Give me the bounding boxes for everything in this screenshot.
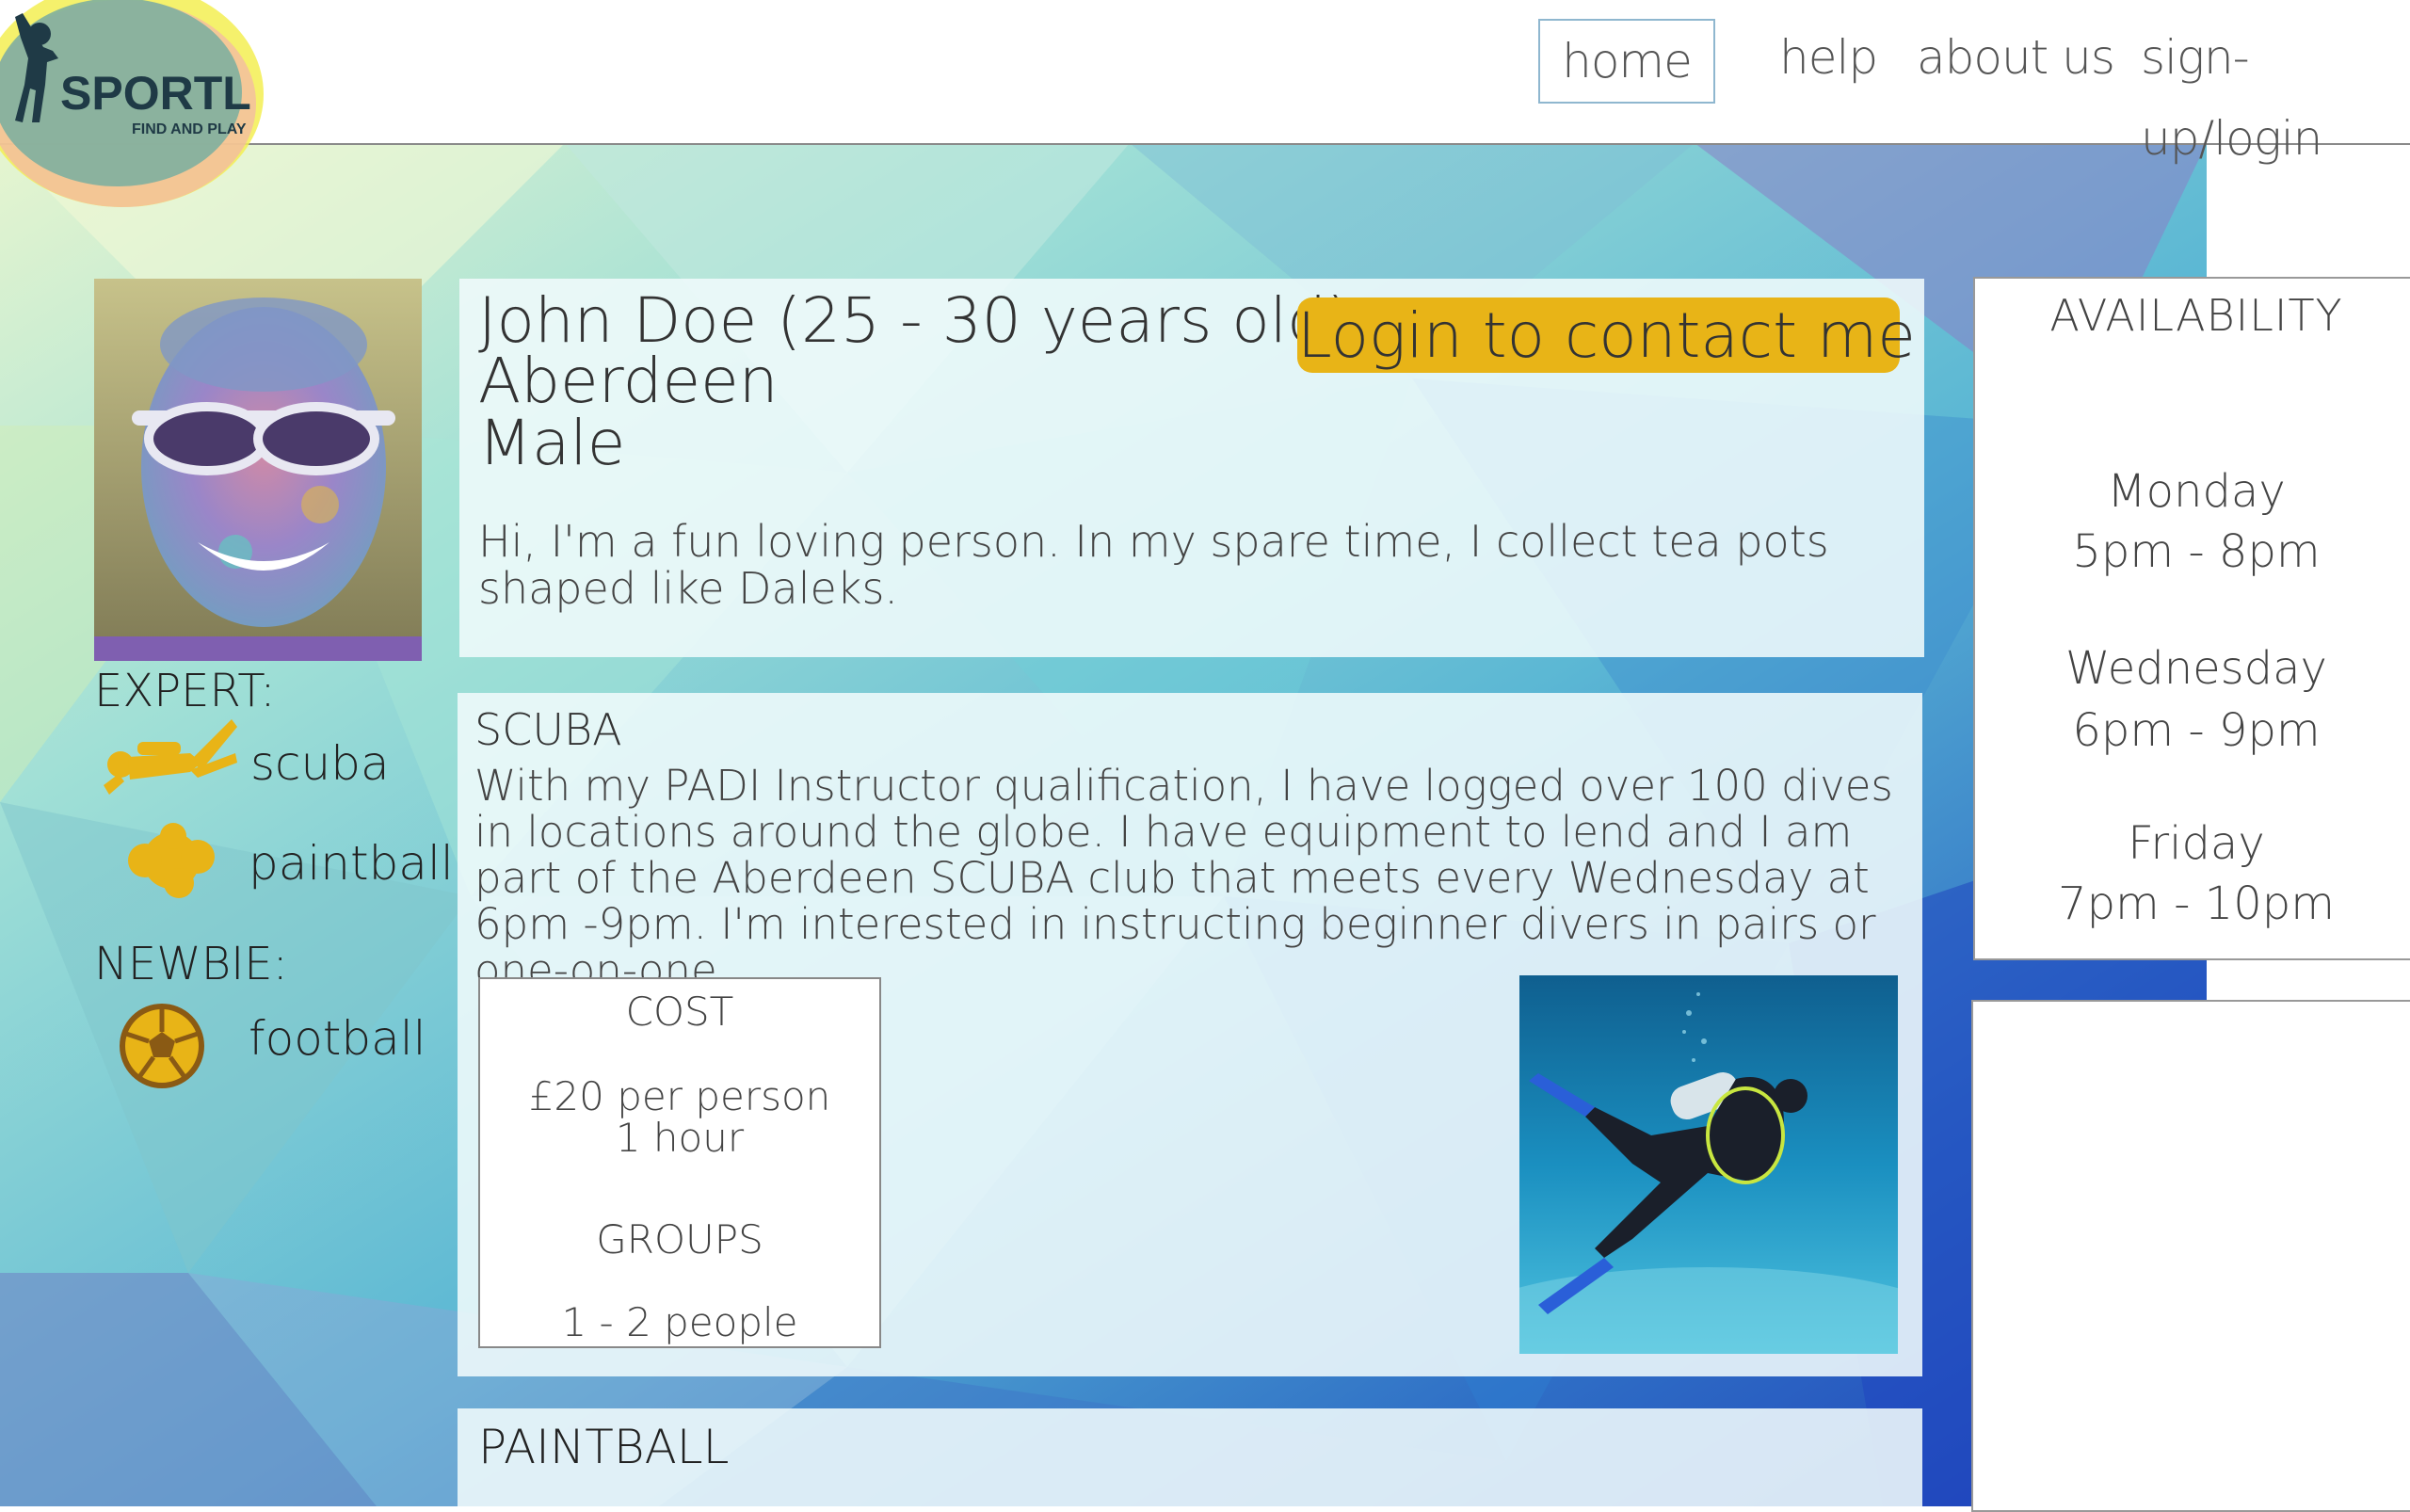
scuba-cost-box: COST £20 per person 1 hour GROUPS 1 - 2 … [478,977,881,1348]
groups-size: 1 - 2 people [561,1299,798,1345]
top-navigation-bar: home help about us sign-up/login [0,0,2410,166]
scuba-panel: SCUBA With my PADI Instructor qualificat… [458,693,1922,1376]
availability-time-wednesday: 6pm - 9pm [2072,704,2321,757]
login-to-contact-button[interactable]: Login to contact me [1297,298,1916,373]
expert-skill-paintball[interactable]: paintball [94,817,454,911]
expert-heading: EXPERT: [94,665,276,717]
availability-day-wednesday: Wednesday [2065,642,2327,695]
newbie-skill-football[interactable]: football [94,998,433,1092]
availability-time-friday: 7pm - 10pm [2058,877,2335,930]
profile-panel: John Doe (25 - 30 years old) Aberdeen Ma… [459,279,1924,657]
nav-help-link[interactable]: help [1779,17,1878,98]
nav-home-link[interactable]: home [1538,19,1715,104]
nav-signup-login-link[interactable]: sign-up/login [2141,17,2410,166]
skill-label-scuba: scuba [250,736,390,791]
sportl-logo[interactable]: SPORTL FIND AND PLAY [0,0,282,226]
availability-day-monday: Monday [2107,465,2286,518]
availability-title: AVAILABILITY [2049,290,2343,341]
football-icon [117,1004,207,1092]
groups-heading: GROUPS [596,1216,763,1263]
logo-tagline: FIND AND PLAY [132,121,247,137]
nav-about-link[interactable]: about us [1917,17,2115,98]
paintball-panel: PAINTBALL [458,1408,1922,1506]
cost-heading: COST [625,989,734,1035]
logo-wordmark: SPORTL [60,67,251,120]
availability-panel: AVAILABILITY Monday 5pm - 8pm Wednesday … [1973,277,2410,960]
profile-bio: Hi, I'm a fun loving person. In my spare… [478,516,1829,614]
skill-label-paintball: paintball [249,836,454,891]
skill-label-football: football [249,1011,426,1066]
expert-skill-scuba[interactable]: scuba [94,716,433,810]
paintball-title: PAINTBALL [478,1420,730,1474]
cost-price: £20 per person [528,1073,831,1119]
availability-time-monday: 5pm - 8pm [2072,525,2321,578]
profile-gender: Male [478,407,626,479]
availability-day-friday: Friday [2128,817,2265,870]
cost-duration: 1 hour [615,1115,745,1161]
scuba-diver-icon [100,716,237,804]
right-side-box [1971,1000,2410,1512]
scuba-title: SCUBA [474,704,622,755]
newbie-heading: NEWBIE: [94,938,288,990]
scuba-diver-photo [1519,975,1898,1354]
paint-splat-icon [126,821,217,904]
scuba-description: With my PADI Instructor qualification, I… [474,761,1893,995]
user-avatar-photo [94,279,422,661]
